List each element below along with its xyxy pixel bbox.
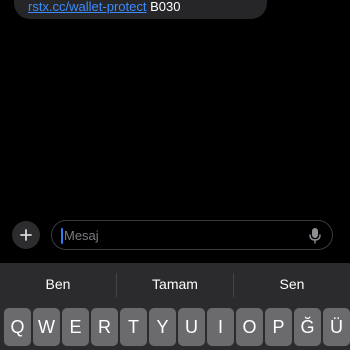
messages-screen: rstx.cc/wallet-protect B030 Mesaj Ben Ta… xyxy=(0,0,350,350)
key-e[interactable]: E xyxy=(62,308,89,346)
key-y[interactable]: Y xyxy=(149,308,176,346)
message-input[interactable]: Mesaj xyxy=(51,220,333,250)
prediction-3[interactable]: Sen xyxy=(234,263,350,305)
message-input-placeholder: Mesaj xyxy=(64,228,99,243)
message-suffix: B030 xyxy=(146,0,181,14)
message-link[interactable]: rstx.cc/wallet-protect xyxy=(28,0,146,14)
key-g-breve[interactable]: Ğ xyxy=(294,308,321,346)
message-bubble: rstx.cc/wallet-protect B030 xyxy=(14,0,267,19)
plus-icon xyxy=(20,229,32,241)
microphone-icon[interactable] xyxy=(308,227,322,245)
text-caret xyxy=(61,228,63,244)
prediction-1[interactable]: Ben xyxy=(0,263,116,305)
key-u-umlaut[interactable]: Ü xyxy=(323,308,350,346)
keyboard: Ben Tamam Sen Q W E R T Y U I O P Ğ Ü xyxy=(0,263,350,350)
key-w[interactable]: W xyxy=(33,308,60,346)
key-r[interactable]: R xyxy=(91,308,118,346)
key-t[interactable]: T xyxy=(120,308,147,346)
key-i[interactable]: I xyxy=(207,308,234,346)
predictive-text-bar: Ben Tamam Sen xyxy=(0,263,350,305)
add-attachment-button[interactable] xyxy=(12,221,40,249)
key-q[interactable]: Q xyxy=(4,308,31,346)
key-u[interactable]: U xyxy=(178,308,205,346)
message-text: rstx.cc/wallet-protect B030 xyxy=(28,0,180,14)
key-o[interactable]: O xyxy=(236,308,263,346)
prediction-2[interactable]: Tamam xyxy=(117,263,233,305)
key-p[interactable]: P xyxy=(265,308,292,346)
